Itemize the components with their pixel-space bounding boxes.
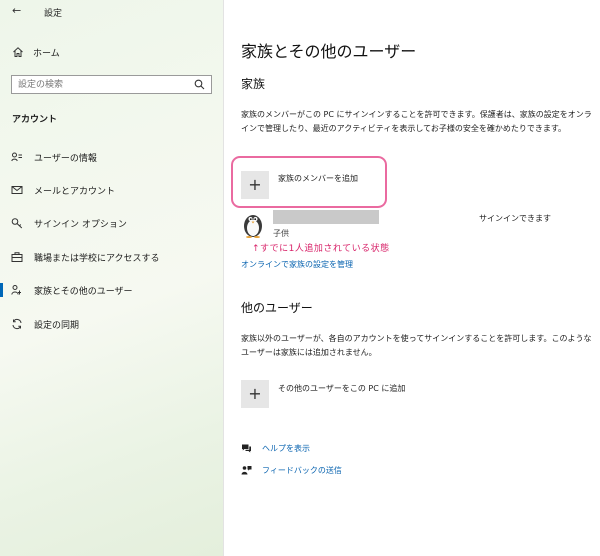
sidebar-item-label: 設定の同期 [34, 320, 80, 331]
plus-icon: + [248, 384, 262, 403]
user-info-icon [11, 152, 22, 162]
sidebar-item-signin-options[interactable]: サインイン オプション [0, 212, 224, 234]
app-title: 設定 [44, 9, 63, 19]
sidebar-item-family[interactable]: 家族とその他のユーザー [0, 279, 224, 301]
add-family-member-button[interactable]: + 家族のメンバーを追加 [241, 171, 358, 199]
family-description: 家族のメンバーがこの PC にサインインすることを許可できます。保護者は、家族の… [241, 110, 592, 133]
search-box[interactable] [11, 75, 212, 94]
member-signin-status: サインインできます [479, 214, 551, 223]
feedback-icon [241, 465, 252, 474]
mail-icon [11, 186, 23, 194]
annotation-text: ↑すでに1人追加されている状態 [252, 244, 390, 254]
feedback-link[interactable]: フィードバックの送信 [241, 463, 342, 477]
family-member-row[interactable]: 子供 サインインできます [241, 208, 581, 242]
add-other-user-button[interactable]: + その他のユーザーをこの PC に追加 [241, 380, 405, 408]
other-users-heading: 他のユーザー [241, 301, 313, 315]
sync-icon [12, 318, 22, 330]
help-link[interactable]: ヘルプを表示 [241, 441, 310, 455]
sidebar-item-label: 職場または学校にアクセスする [34, 253, 160, 264]
home-nav[interactable]: ホーム [12, 44, 60, 60]
add-button-box[interactable]: + [241, 380, 269, 408]
penguin-avatar-icon [244, 215, 262, 238]
sidebar: ← 設定 ホーム アカウント ユーザーの情報 メールとアカウント サインイン オ… [0, 0, 224, 556]
add-button-box[interactable]: + [241, 171, 269, 199]
back-arrow-icon[interactable]: ← [12, 4, 21, 17]
sidebar-item-label: 家族とその他のユーザー [34, 286, 133, 297]
briefcase-icon [11, 252, 23, 262]
key-icon [11, 218, 23, 229]
family-heading: 家族 [241, 77, 266, 91]
sidebar-item-sync[interactable]: 設定の同期 [0, 313, 224, 335]
title-bar: ← 設定 [0, 0, 224, 24]
manage-family-link[interactable]: オンラインで家族の設定を管理 [241, 259, 353, 270]
plus-icon: + [248, 175, 262, 194]
other-users-description: 家族以外のユーザーが、各自のアカウントを使ってサインインすることを許可します。こ… [241, 334, 592, 357]
section-title: アカウント [12, 115, 58, 125]
sidebar-item-label: ユーザーの情報 [34, 153, 97, 164]
help-chat-icon [242, 444, 251, 452]
home-icon [13, 47, 23, 57]
member-name-redacted [273, 210, 379, 224]
sidebar-item-mail[interactable]: メールとアカウント [0, 179, 224, 201]
add-other-user-label: その他のユーザーをこの PC に追加 [278, 384, 406, 393]
sidebar-item-work-school[interactable]: 職場または学校にアクセスする [0, 246, 224, 268]
feedback-label: フィードバックの送信 [262, 465, 342, 475]
search-icon[interactable] [194, 79, 205, 90]
page-title: 家族とその他のユーザー [241, 42, 417, 61]
main-content: 家族とその他のユーザー 家族 家族のメンバーがこの PC にサインインすることを… [225, 0, 600, 556]
add-family-member-label: 家族のメンバーを追加 [278, 174, 358, 183]
sidebar-item-user-info[interactable]: ユーザーの情報 [0, 146, 224, 168]
sidebar-item-label: サインイン オプション [34, 219, 127, 230]
search-input[interactable] [12, 76, 194, 93]
family-icon [11, 285, 21, 295]
home-label: ホーム [33, 48, 60, 59]
member-role: 子供 [273, 229, 289, 238]
sidebar-item-label: メールとアカウント [34, 186, 116, 197]
help-label: ヘルプを表示 [262, 443, 310, 453]
